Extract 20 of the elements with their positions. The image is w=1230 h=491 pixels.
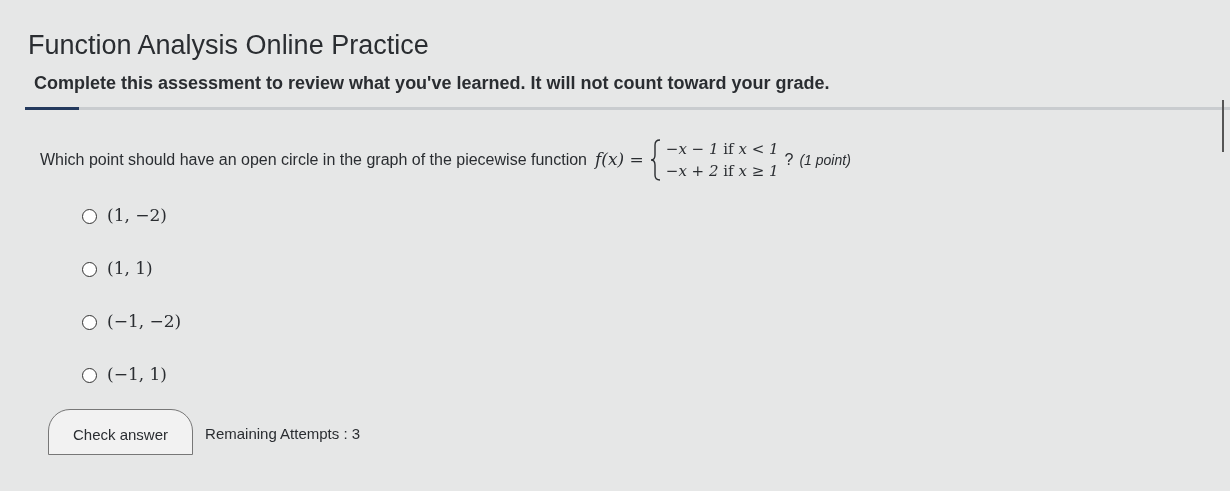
radio-button[interactable] (82, 261, 97, 277)
answer-option[interactable]: (−1, −2) (82, 310, 1230, 334)
function-name: f(x) = (595, 148, 644, 172)
scroll-bar (1222, 100, 1224, 152)
radio-button[interactable] (82, 208, 97, 224)
page-title: Function Analysis Online Practice (28, 29, 430, 62)
remaining-attempts: Remaining Attempts : 3 (205, 423, 361, 444)
brace-icon (649, 139, 662, 181)
case-line: −x + 2 if x ≥ 1 (665, 161, 779, 182)
answer-option[interactable]: (1, 1) (82, 257, 1230, 281)
check-answer-button[interactable]: Check answer (48, 409, 194, 455)
radio-button[interactable] (82, 367, 97, 383)
point-value: (1 point) (799, 151, 851, 170)
answer-option[interactable]: (1, −2) (82, 204, 1230, 228)
radio-button[interactable] (82, 314, 97, 330)
answer-option[interactable]: (−1, 1) (82, 363, 1230, 387)
case-line: −x − 1 if x < 1 (665, 139, 779, 160)
page-subtitle: Complete this assessment to review what you've learned. It will not count toward your grade. (34, 72, 831, 95)
question-mark: ? (784, 150, 794, 170)
question-text: Which point should have an open circle in the graph of the piecewise function (40, 150, 587, 170)
